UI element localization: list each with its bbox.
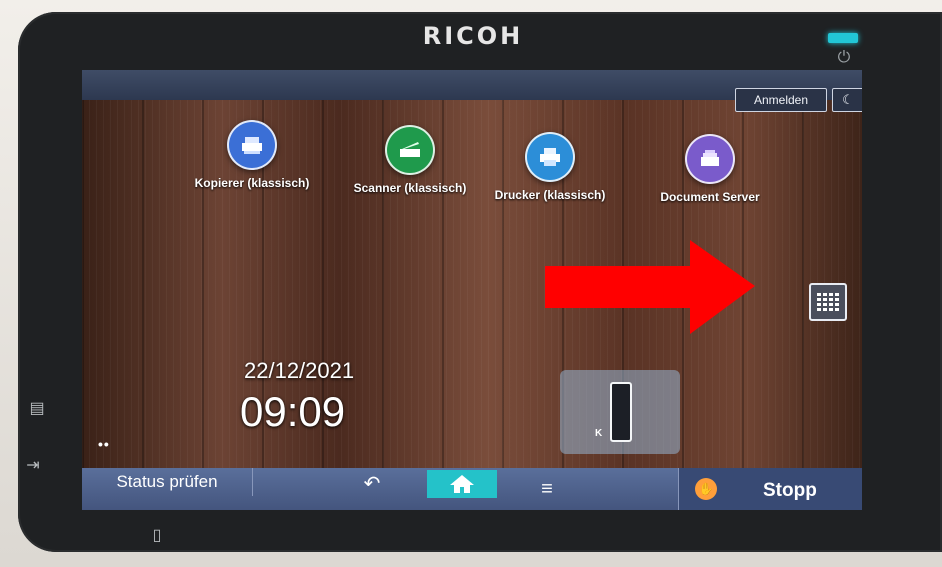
data-in-icon: ▤ — [29, 400, 45, 417]
home-button[interactable] — [427, 470, 497, 498]
stop-button[interactable]: ✋ Stopp — [678, 468, 862, 510]
info-icon: ▯ — [152, 527, 162, 544]
home-icon — [450, 475, 474, 493]
power-icon[interactable]: ⏻ — [834, 48, 854, 68]
printer-icon — [525, 132, 575, 182]
time-display: 09:09 — [240, 388, 346, 435]
stop-icon: ✋ — [695, 478, 717, 500]
moon-icon[interactable]: ☾ — [832, 88, 862, 112]
brand-logo: RICOH — [422, 22, 524, 50]
app-label: Drucker (klassisch) — [494, 188, 606, 202]
login-arrow-icon: ⇥ — [26, 457, 40, 474]
toner-widget[interactable]: K — [560, 370, 680, 454]
date-display: 22/12/2021 — [244, 358, 355, 383]
bottom-bar: Status prüfen ↶ ≡ ✋ Stopp — [82, 468, 862, 510]
app-printer[interactable]: Drucker (klassisch) — [480, 132, 620, 202]
copier-icon — [227, 120, 277, 170]
menu-icon[interactable]: ≡ — [532, 476, 562, 502]
app-label: Kopierer (klassisch) — [194, 176, 310, 190]
scanner-icon — [385, 125, 435, 175]
app-list-icon[interactable] — [809, 283, 847, 321]
status-check-button[interactable]: Status prüfen — [82, 468, 253, 496]
app-label: Document Server — [660, 190, 760, 204]
app-copier[interactable]: Kopierer (klassisch) — [182, 120, 322, 190]
red-arrow-annotation — [545, 240, 755, 334]
toner-level-bar — [610, 382, 632, 442]
stop-label: Stopp — [763, 480, 817, 501]
app-scanner[interactable]: Scanner (klassisch) — [340, 125, 480, 195]
status-led — [828, 33, 858, 43]
page-indicator-left: •• — [98, 436, 110, 452]
document-server-icon — [685, 134, 735, 184]
login-button[interactable]: Anmelden — [735, 88, 827, 112]
toner-label: K — [595, 428, 603, 439]
back-icon[interactable]: ↶ — [352, 472, 392, 496]
app-document-server[interactable]: Document Server — [640, 134, 780, 204]
app-label: Scanner (klassisch) — [353, 181, 467, 195]
